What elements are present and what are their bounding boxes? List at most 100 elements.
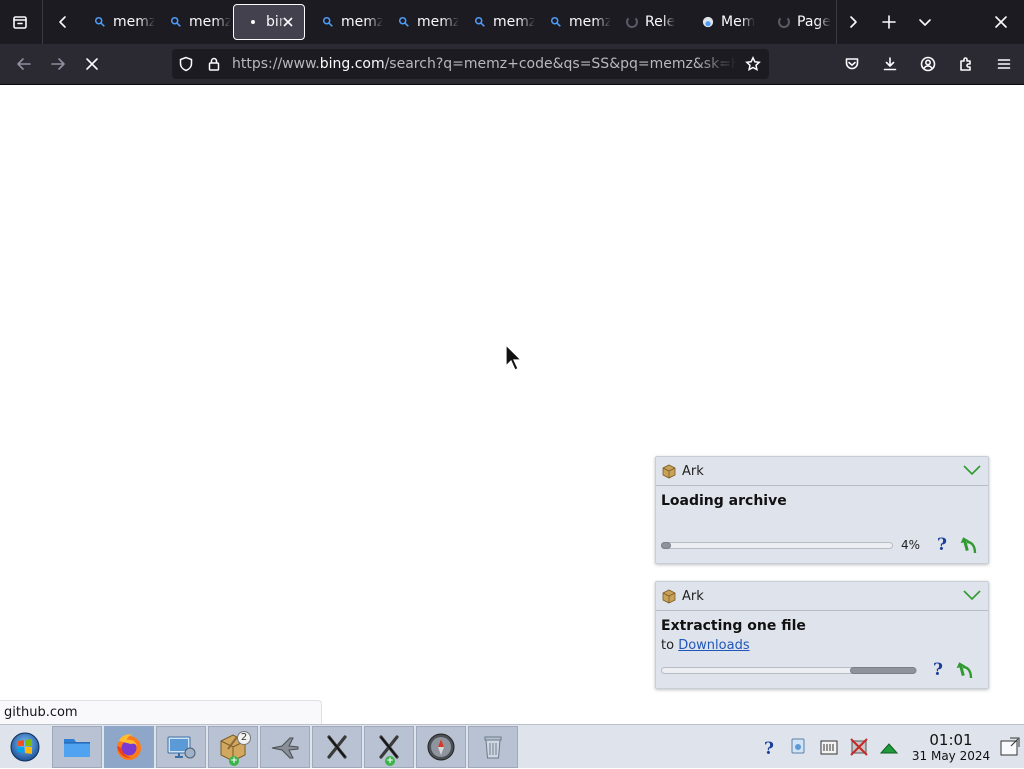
taskbar-jet-app[interactable] [260,725,310,768]
help-button[interactable]: ? [933,534,951,556]
firefox-view-button[interactable] [4,6,36,38]
tracking-protection-shield-icon[interactable] [172,49,200,79]
downloads-link[interactable]: Downloads [678,638,749,653]
progress-bar [661,541,893,549]
downloads-button[interactable] [873,48,907,80]
tab-memz-3[interactable]: memz [307,4,383,40]
tab-label: Mem [721,14,756,30]
account-button[interactable] [911,48,945,80]
new-tab-button[interactable] [873,6,905,38]
system-tray: ? 01:01 31 May 2024 [754,725,1024,769]
subtitle-prefix: to [661,638,675,653]
show-desktop-icon[interactable] [998,735,1022,759]
trash-icon [484,736,502,758]
puzzle-icon [960,57,971,71]
notification-subtitle: to Downloads [661,638,988,653]
bookmark-star-button[interactable] [737,49,769,79]
tab-label: memz [493,14,535,30]
url-text[interactable]: https://www.bing.com/search?q=memz+code&… [228,56,737,72]
collapse-chevron-icon[interactable] [962,462,982,478]
tray-help-icon[interactable]: ? [758,736,780,758]
taskbar-system-settings[interactable] [156,725,206,768]
taskbar-ark[interactable]: 2 + [208,725,258,768]
tab-page[interactable]: Page [763,4,834,40]
tray-clipboard-icon[interactable] [818,736,840,758]
taskbar-trash[interactable] [468,725,518,768]
taskbar-x-app-1[interactable] [312,725,362,768]
ark-loading-notification: Ark Loading archive 4% ? [655,456,989,564]
tab-label: memz [113,14,155,30]
search-icon [473,15,487,29]
search-icon [549,15,563,29]
tabs-scroll-right-button[interactable] [837,6,869,38]
folder-icon [64,738,90,757]
tabbar-controls [836,0,1017,44]
close-icon [283,17,293,27]
hamburger-menu-icon [997,59,1011,69]
window-close-button[interactable] [985,6,1017,38]
chevron-right-icon [850,16,857,28]
tab-label: Rele [645,14,676,30]
tab-bar: memz memz bing memz memz memz memz [0,0,1024,44]
tab-bing-active[interactable]: bing [233,4,305,40]
tab-label: memz [189,14,231,30]
stop-button[interactable] [75,48,109,80]
search-icon [397,15,411,29]
tab-memz-1[interactable]: memz [79,4,155,40]
pocket-button[interactable] [835,48,869,80]
github-icon [777,15,791,29]
toolbar-buttons [835,48,1021,80]
tab-memz-6[interactable]: memz [535,4,611,40]
navigation-toolbar: https://www.bing.com/search?q=memz+code&… [0,44,1024,85]
taskbar-x-app-2[interactable]: + [364,725,414,768]
back-button[interactable] [7,48,41,80]
windows-orb-icon [10,732,40,761]
url-path: /search?q=memz+code&qs=SS&pq=memz&sk=HS [384,56,737,72]
forward-button[interactable] [41,48,75,80]
tab-memz-2[interactable]: memz [155,4,231,40]
svg-text:?: ? [764,739,774,757]
notification-header: Ark [656,457,988,486]
chevron-left-icon [59,16,66,28]
tray-network-icon[interactable] [788,736,810,758]
taskbar-file-manager[interactable] [52,725,102,768]
pocket-icon [845,58,859,70]
taskbar-firefox[interactable] [104,725,154,768]
extensions-button[interactable] [949,48,983,80]
tray-volume-muted-icon[interactable] [848,736,870,758]
progress-busy-indicator [850,666,916,674]
tab-close-button[interactable] [280,14,296,30]
tab-mem[interactable]: Mem [687,4,763,40]
progress-fill [661,541,671,549]
progress-percent: 4% [901,538,921,552]
download-icon [883,57,897,71]
list-all-tabs-button[interactable] [909,6,941,38]
clock-date: 31 May 2024 [911,748,991,763]
ark-box-icon [662,464,676,479]
taskbar-clock-app[interactable] [416,725,466,768]
undo-arrow-icon[interactable] [955,659,975,681]
plus-badge-icon: + [385,755,395,766]
close-icon [86,58,98,70]
tray-updates-icon[interactable] [878,736,900,758]
start-menu-button[interactable] [0,726,50,768]
lock-icon[interactable] [200,49,228,79]
tabs-scroll-left-button[interactable] [47,6,79,38]
chevron-down-icon [919,19,931,26]
tab-rele[interactable]: Rele [611,4,687,40]
progress-bar-indeterminate [661,666,917,674]
tab-strip: memz memz bing memz memz memz memz [79,0,834,44]
tab-memz-4[interactable]: memz [383,4,459,40]
url-prefix: https://www. [232,56,320,72]
app-menu-button[interactable] [987,48,1021,80]
arrow-left-icon [17,58,31,70]
tab-memz-5[interactable]: memz [459,4,535,40]
undo-arrow-icon[interactable] [959,534,979,556]
ark-extracting-notification: Ark Extracting one file to Downloads ? [655,581,989,689]
clock[interactable]: 01:01 31 May 2024 [910,731,992,763]
account-icon [920,56,936,72]
url-bar[interactable]: https://www.bing.com/search?q=memz+code&… [172,49,769,79]
search-icon [321,15,335,29]
help-button[interactable]: ? [929,659,947,681]
collapse-chevron-icon[interactable] [962,587,982,603]
